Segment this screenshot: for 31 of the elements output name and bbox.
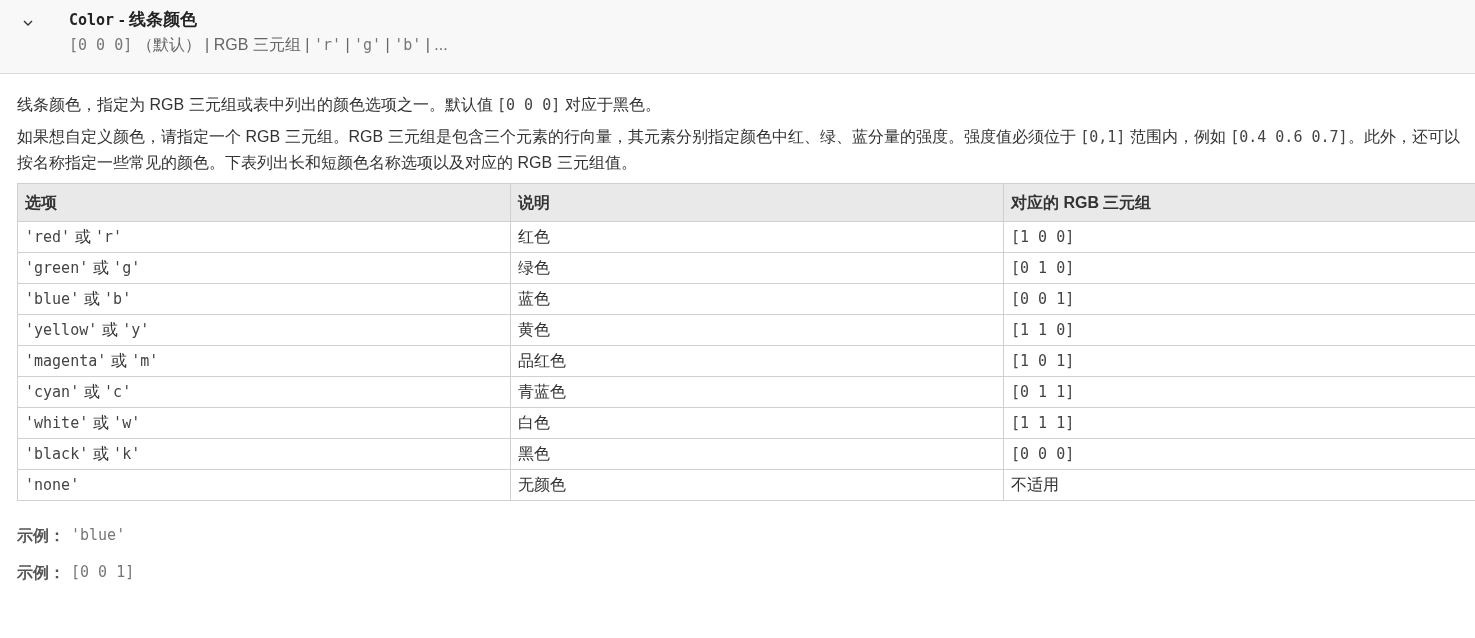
table-cell: 白色 [510, 407, 1004, 439]
table-cell: 绿色 [510, 252, 1004, 284]
table-cell: 蓝色 [510, 283, 1004, 315]
example-value: 'blue' [71, 525, 126, 547]
table-cell: 红色 [510, 221, 1004, 253]
example-label: 示例： [17, 562, 65, 583]
table-cell: 'none' [17, 469, 511, 501]
table-cell: 'yellow' 或 'y' [17, 314, 511, 346]
table-cell: 品红色 [510, 345, 1004, 377]
property-title: Color - 线条颜色 [69, 9, 199, 31]
example-label: 示例： [17, 525, 65, 546]
column-header: 说明 [510, 183, 1004, 222]
table-cell: 'magenta' 或 'm' [17, 345, 511, 377]
description-paragraph: 线条颜色，指定为 RGB 三元组或表中列出的颜色选项之一。默认值 [0 0 0] 对应于黑色。 [17, 95, 662, 116]
table-cell: 无颜色 [510, 469, 1004, 501]
table-cell: 'red' 或 'r' [17, 221, 511, 253]
table-cell: 黄色 [510, 314, 1004, 346]
column-header: 对应的 RGB 三元组 [1003, 183, 1475, 222]
description-paragraph: 如果想自定义颜色，请指定一个 RGB 三元组。RGB 三元组是包含三个元素的行向量，其元素分别指定颜色中红、绿、蓝分量的强度。强度值必须位于 [0,1] 范围内，例如 [0.4 0.6 0.7]。此外，还可以按名称指定一些常见的颜色。下表列出长和短颜色名称选项以及对应的 RGB 三元组值。 [17, 127, 1461, 173]
table-cell: 'cyan' 或 'c' [17, 376, 511, 408]
table-cell: 黑色 [510, 438, 1004, 470]
table-cell: 'white' 或 'w' [17, 407, 511, 439]
table-cell: 'blue' 或 'b' [17, 283, 511, 315]
column-header: 选项 [17, 183, 511, 222]
table-cell: 'green' 或 'g' [17, 252, 511, 284]
table-cell: 'black' 或 'k' [17, 438, 511, 470]
example-value: [0 0 1] [71, 562, 135, 584]
section-header[interactable]: Color - 线条颜色 [0 0 0] （默认） | RGB 三元组 | 'r' | 'g' | 'b' | ... [0, 0, 1475, 74]
property-summary: [0 0 0] （默认） | RGB 三元组 | 'r' | 'g' | 'b' | ... [69, 35, 448, 56]
table-cell: 青蓝色 [510, 376, 1004, 408]
chevron-icon[interactable] [23, 18, 33, 28]
